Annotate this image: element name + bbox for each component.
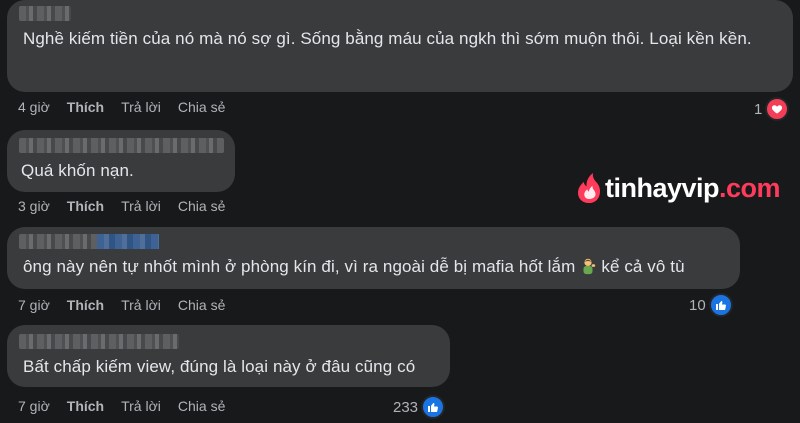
- reply-button[interactable]: Trả lời: [121, 198, 161, 214]
- comment-time[interactable]: 3 giờ: [18, 198, 50, 214]
- comment-text: ông này nên tự nhốt mình ở phòng kín đi,…: [19, 255, 728, 279]
- share-button[interactable]: Chia sẻ: [178, 99, 225, 115]
- author-name-blurred[interactable]: [19, 234, 159, 249]
- reaction-count: 10: [689, 296, 706, 314]
- watermark-name: tinhayvip: [605, 172, 720, 203]
- comment-bubble: ông này nên tự nhốt mình ở phòng kín đi,…: [7, 227, 740, 289]
- reply-button[interactable]: Trả lời: [121, 297, 161, 313]
- author-name-blurred[interactable]: [19, 334, 179, 349]
- reaction-summary[interactable]: 233: [393, 395, 446, 419]
- like-button[interactable]: Thích: [67, 99, 104, 115]
- watermark-suffix: .com: [719, 172, 781, 203]
- reaction-count: 1: [754, 100, 763, 118]
- comment-actions: 7 giờ Thích Trả lời Chia sẻ: [18, 398, 242, 414]
- thumbs-up-icon: [708, 293, 733, 317]
- author-name-blurred[interactable]: [19, 6, 71, 21]
- comment-text: Nghề kiếm tiền của nó mà nó sợ gì. Sống …: [23, 29, 752, 48]
- author-name-blurred[interactable]: [19, 138, 224, 153]
- comment-time[interactable]: 7 giờ: [18, 398, 50, 414]
- heart-icon: [765, 97, 790, 121]
- reaction-summary[interactable]: 10: [689, 293, 733, 317]
- comment-text: Bất chấp kiếm view, đúng là loại này ở đ…: [23, 357, 416, 376]
- like-button[interactable]: Thích: [67, 198, 104, 214]
- reply-button[interactable]: Trả lời: [121, 398, 161, 414]
- man-gesturing-icon: [583, 258, 596, 275]
- comment-time[interactable]: 4 giờ: [18, 99, 50, 115]
- reply-button[interactable]: Trả lời: [121, 99, 161, 115]
- comment-text: Quá khốn nạn.: [21, 161, 134, 180]
- reaction-count: 233: [393, 398, 419, 416]
- watermark-logo: tinhayvip .com: [575, 172, 781, 204]
- comment-time[interactable]: 7 giờ: [18, 297, 50, 313]
- comment-actions: 7 giờ Thích Trả lời Chia sẻ: [18, 297, 242, 313]
- share-button[interactable]: Chia sẻ: [178, 398, 225, 414]
- flame-icon: [578, 173, 600, 203]
- share-button[interactable]: Chia sẻ: [178, 297, 225, 313]
- reaction-summary[interactable]: 1: [754, 97, 790, 121]
- thumbs-up-icon: [421, 395, 446, 419]
- comment-actions: 4 giờ Thích Trả lời Chia sẻ: [18, 99, 242, 115]
- comment-text-part: ông này nên tự nhốt mình ở phòng kín đi,…: [23, 257, 576, 276]
- share-button[interactable]: Chia sẻ: [178, 198, 225, 214]
- comment-bubble: Nghề kiếm tiền của nó mà nó sợ gì. Sống …: [7, 0, 793, 92]
- comment-text-part: kể cả vô tù: [601, 257, 685, 276]
- like-button[interactable]: Thích: [67, 398, 104, 414]
- comment-bubble: Bất chấp kiếm view, đúng là loại này ở đ…: [7, 325, 450, 387]
- comment-bubble: Quá khốn nạn.: [7, 130, 235, 192]
- comment-actions: 3 giờ Thích Trả lời Chia sẻ: [18, 198, 242, 214]
- like-button[interactable]: Thích: [67, 297, 104, 313]
